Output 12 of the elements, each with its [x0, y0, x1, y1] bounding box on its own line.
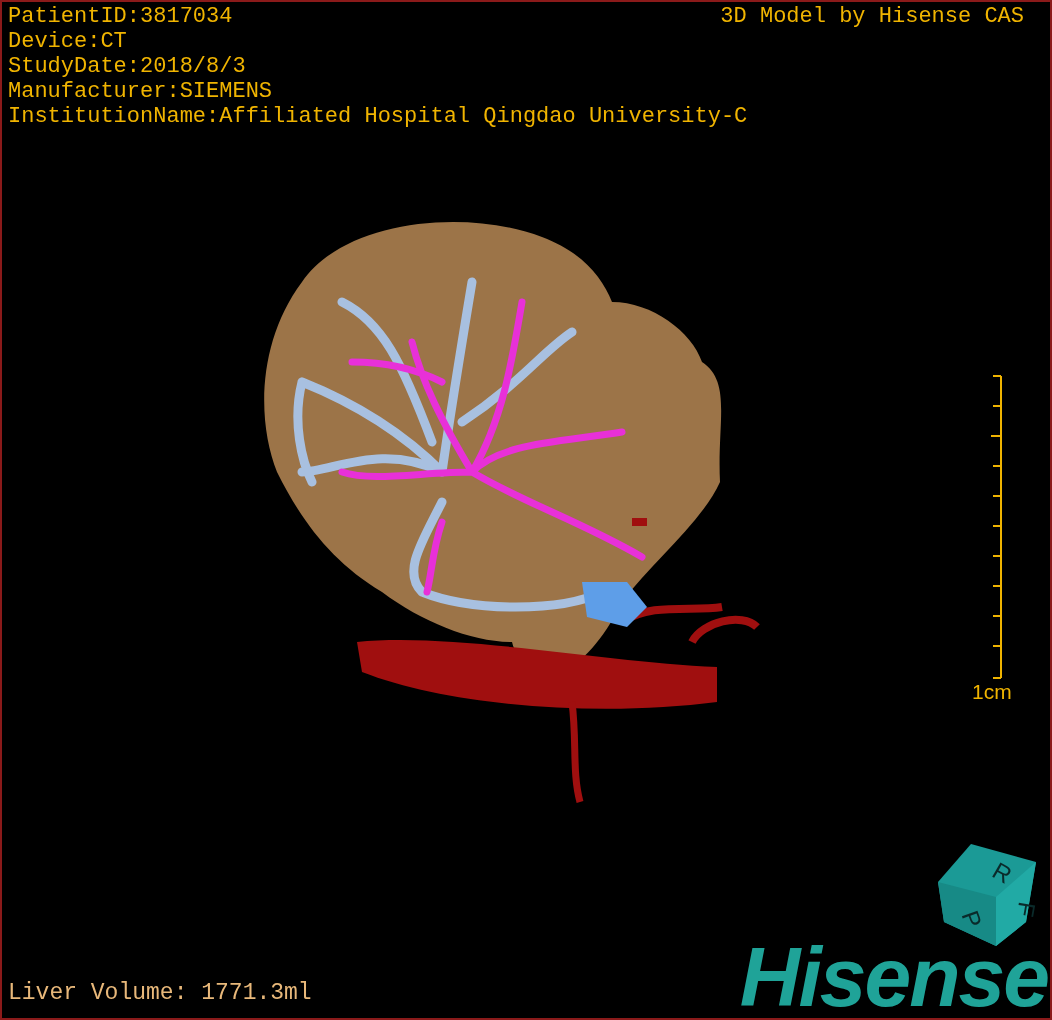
study-info-text: Device:CT: [8, 29, 127, 54]
study-info-text: StudyDate:2018/8/3: [8, 54, 246, 79]
cube-face-label: P: [956, 906, 988, 932]
cube-face-label: R: [988, 856, 1017, 889]
study-info-text: InstitutionName:Affiliated Hospital Qingdao University-C: [8, 104, 748, 129]
liver-volume: Liver Volume: 1771.3ml: [8, 979, 312, 1007]
cube-face-label: F: [1011, 899, 1040, 920]
model-credit: 3D Model by Hisense CAS: [720, 4, 1024, 29]
scale-label: 1cm: [972, 679, 1012, 705]
study-info-text: PatientID:3817034: [8, 4, 233, 29]
study-info-text: Manufacturer:SIEMENS: [8, 79, 273, 104]
brand-logo: Hisense: [739, 932, 1048, 1018]
